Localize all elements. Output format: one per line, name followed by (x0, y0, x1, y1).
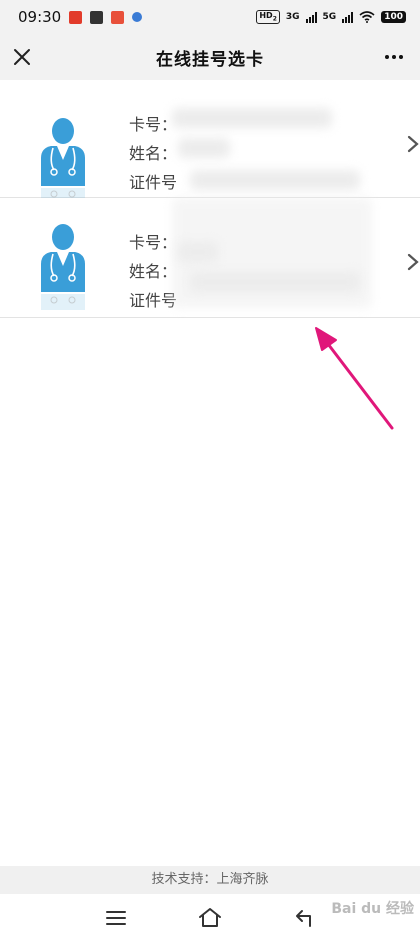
card-item[interactable]: 卡号： 姓名： 证件号 (0, 198, 420, 318)
network-3g-label: 3G (285, 12, 300, 22)
status-right: HD2 3G 5G 100 (256, 10, 406, 24)
more-dot-icon (385, 55, 389, 59)
hd-sub: 2 (272, 15, 277, 23)
network-5g-label: 5G (322, 12, 337, 22)
redacted-block (178, 242, 218, 262)
name-label: 姓名： (129, 262, 178, 281)
signal-2-icon (342, 11, 354, 23)
hd-label: HD (259, 11, 273, 21)
redacted-block (190, 170, 360, 190)
more-options-button[interactable] (380, 43, 408, 71)
footer-support: 技术支持：上海齐脉 (0, 866, 420, 894)
status-time: 09:30 (18, 8, 62, 26)
watermark-logo: Bai du 经验 (331, 901, 414, 917)
signal-1-icon (305, 11, 317, 23)
wifi-icon (359, 11, 375, 23)
check-app-icon (90, 10, 104, 24)
back-icon[interactable] (290, 904, 318, 932)
name-label: 姓名： (129, 144, 178, 163)
card-item[interactable]: 卡号： 姓名： 证件号 (0, 80, 420, 204)
menu-icon[interactable] (102, 904, 130, 932)
hd-voice-icon: HD2 (256, 10, 280, 24)
battery-indicator: 100 (381, 11, 406, 23)
name-row: 姓名： (129, 139, 183, 168)
music-app-icon (132, 12, 143, 22)
card-number-label: 卡号： (129, 233, 178, 252)
news-app-icon (69, 10, 83, 24)
title-bar: 在线挂号选卡 (0, 34, 420, 80)
doctor-avatar-icon (41, 224, 85, 310)
redacted-block (190, 272, 360, 292)
status-bar: 09:30 HD2 3G 5G 100 (0, 0, 420, 34)
id-number-row: 证件号 (129, 168, 183, 197)
id-number-label: 证件号 (129, 173, 178, 192)
chevron-right-icon[interactable] (406, 252, 420, 272)
screen: 09:30 HD2 3G 5G 100 在线挂号选卡 卡号： 姓名： 证件号 卡… (0, 0, 420, 940)
card-number-label: 卡号： (129, 115, 178, 134)
redacted-block (172, 108, 332, 128)
more-dot-icon (399, 55, 403, 59)
status-left: 09:30 (18, 8, 143, 26)
close-icon[interactable] (8, 43, 36, 71)
shop-app-icon (111, 10, 125, 24)
chevron-right-icon[interactable] (406, 134, 420, 154)
card-list: 卡号： 姓名： 证件号 卡号： 姓名： 证件号 (0, 80, 420, 866)
home-icon[interactable] (196, 904, 224, 932)
doctor-avatar-icon (41, 118, 85, 204)
id-number-label: 证件号 (129, 291, 178, 310)
more-dot-icon (392, 55, 396, 59)
page-title: 在线挂号选卡 (156, 49, 264, 70)
redacted-block (178, 138, 230, 158)
